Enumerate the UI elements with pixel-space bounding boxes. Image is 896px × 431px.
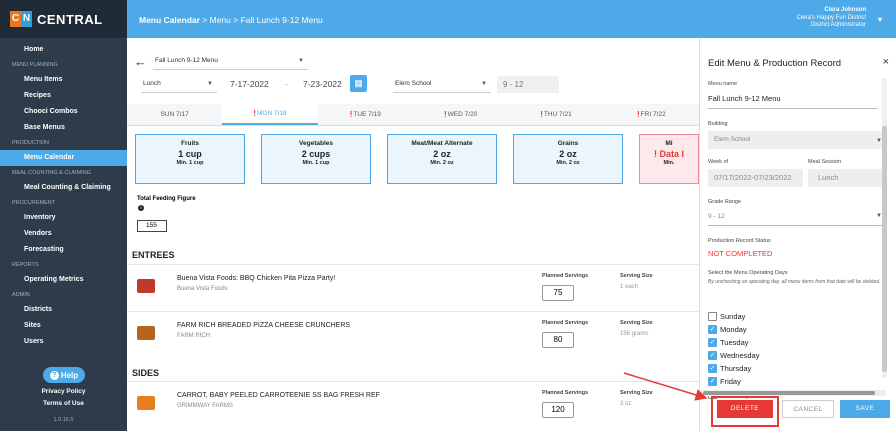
annotation-arrow bbox=[623, 372, 708, 401]
delete-highlight-box bbox=[711, 396, 779, 427]
